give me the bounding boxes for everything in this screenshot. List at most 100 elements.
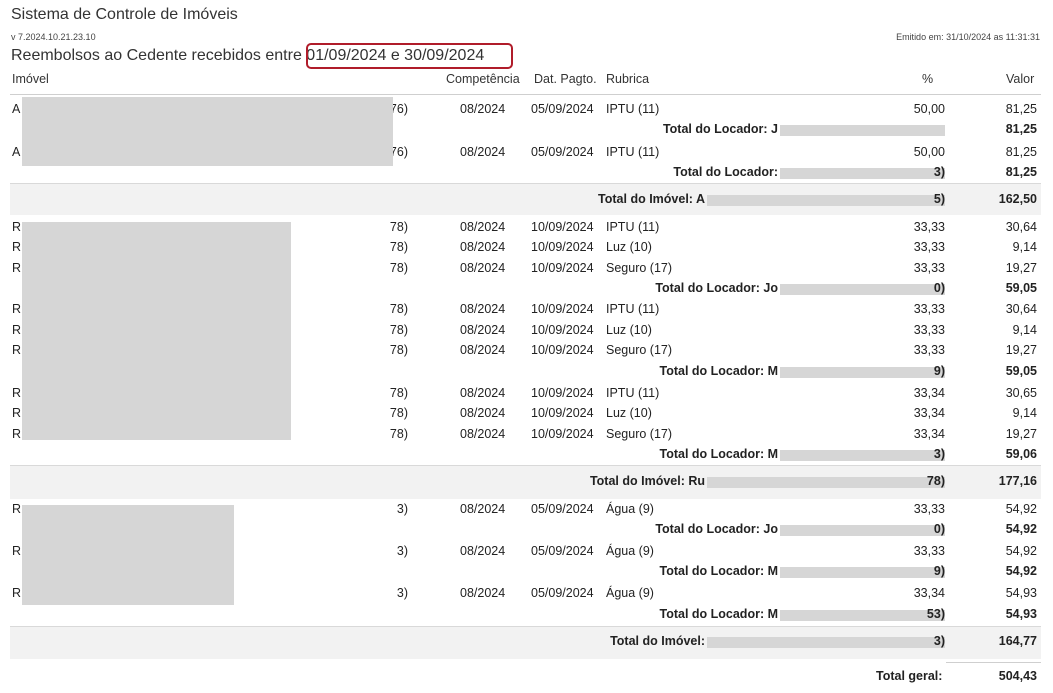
competencia-cell: 08/2024 xyxy=(460,502,506,516)
imovel-prefix: R xyxy=(12,427,22,441)
imovel-prefix: R xyxy=(12,406,22,420)
redaction-block xyxy=(22,97,393,166)
total-locador-value: 54,92 xyxy=(1005,522,1037,536)
version-label: v 7.2024.10.21.23.10 xyxy=(11,32,96,42)
competencia-cell: 08/2024 xyxy=(460,323,506,337)
valor-cell: 9,14 xyxy=(1012,406,1037,420)
imovel-prefix: R xyxy=(12,323,22,337)
col-header-rubrica: Rubrica xyxy=(606,72,650,86)
total-imovel-suffix: 5) xyxy=(933,192,945,206)
total-locador-label: Total do Locador: J xyxy=(662,122,778,136)
subtitle-prefix: Reembolsos ao Cedente recebidos entre xyxy=(11,47,302,64)
valor-cell: 54,92 xyxy=(1005,502,1037,516)
rubrica-cell: Água (9) xyxy=(606,502,654,516)
total-locador-suffix: 0) xyxy=(933,281,945,295)
pct-cell: 33,34 xyxy=(913,586,945,600)
valor-cell: 30,64 xyxy=(1005,302,1037,316)
valor-cell: 19,27 xyxy=(1005,427,1037,441)
dat-pagto-cell: 05/09/2024 xyxy=(531,544,594,558)
imovel-prefix: R xyxy=(12,343,22,357)
period-highlight-box xyxy=(306,43,513,69)
rubrica-cell: IPTU (11) xyxy=(606,386,660,400)
total-imovel-suffix: 78) xyxy=(926,474,945,488)
total-locador-suffix: 53) xyxy=(926,607,945,621)
rubrica-cell: Luz (10) xyxy=(606,406,652,420)
competencia-cell: 08/2024 xyxy=(460,220,506,234)
imovel-prefix: R xyxy=(12,502,22,516)
total-locador-label: Total do Locador: M xyxy=(659,607,778,621)
rubrica-cell: Água (9) xyxy=(606,544,654,558)
band-top-divider xyxy=(10,626,1041,627)
dat-pagto-cell: 10/09/2024 xyxy=(531,302,594,316)
total-locador-value: 59,05 xyxy=(1005,281,1037,295)
imovel-prefix: R xyxy=(12,586,22,600)
imovel-prefix: R xyxy=(12,261,22,275)
competencia-cell: 08/2024 xyxy=(460,386,506,400)
pct-cell: 33,33 xyxy=(913,544,945,558)
competencia-cell: 08/2024 xyxy=(460,102,506,116)
total-locador-suffix: 3) xyxy=(933,447,945,461)
dat-pagto-cell: 10/09/2024 xyxy=(531,427,594,441)
report-title: Sistema de Controle de Imóveis xyxy=(11,6,238,23)
competencia-cell: 08/2024 xyxy=(460,544,506,558)
total-locador-label: Total do Locador: M xyxy=(659,447,778,461)
dat-pagto-cell: 10/09/2024 xyxy=(531,261,594,275)
rubrica-cell: Seguro (17) xyxy=(606,261,673,275)
imovel-prefix: R xyxy=(12,544,22,558)
valor-cell: 30,65 xyxy=(1005,386,1037,400)
dat-pagto-cell: 10/09/2024 xyxy=(531,386,594,400)
pct-cell: 33,33 xyxy=(913,261,945,275)
pct-cell: 33,34 xyxy=(913,427,945,441)
emission-timestamp: Emitido em: 31/10/2024 as 11:31:31 xyxy=(896,32,1040,42)
band-top-divider xyxy=(10,183,1041,184)
dat-pagto-cell: 10/09/2024 xyxy=(531,220,594,234)
col-header-competencia: Competência xyxy=(446,72,520,86)
header-divider xyxy=(10,94,1041,95)
col-header-pct: % xyxy=(922,72,934,86)
rubrica-cell: Luz (10) xyxy=(606,323,652,337)
dat-pagto-cell: 05/09/2024 xyxy=(531,586,594,600)
valor-cell: 81,25 xyxy=(1005,102,1037,116)
total-locador-label: Total do Locador: Jo xyxy=(655,281,778,295)
rubrica-cell: Seguro (17) xyxy=(606,427,673,441)
total-locador-label: Total do Locador: Jo xyxy=(655,522,778,536)
total-locador-value: 54,92 xyxy=(1005,564,1037,578)
imovel-prefix: R xyxy=(12,220,22,234)
imovel-suffix: 3) xyxy=(396,586,408,600)
pct-cell: 50,00 xyxy=(913,102,945,116)
pct-cell: 50,00 xyxy=(913,145,945,159)
valor-cell: 9,14 xyxy=(1012,323,1037,337)
rubrica-cell: IPTU (11) xyxy=(606,220,660,234)
imovel-prefix: R xyxy=(12,302,22,316)
imovel-prefix: R xyxy=(12,386,22,400)
redaction-block xyxy=(22,505,234,605)
competencia-cell: 08/2024 xyxy=(460,240,506,254)
valor-cell: 19,27 xyxy=(1005,261,1037,275)
imovel-suffix: 78) xyxy=(389,220,408,234)
total-locador-label: Total do Locador: xyxy=(673,165,778,179)
pct-cell: 33,33 xyxy=(913,220,945,234)
total-locador-value: 81,25 xyxy=(1005,165,1037,179)
valor-cell: 54,92 xyxy=(1005,544,1037,558)
valor-cell: 30,64 xyxy=(1005,220,1037,234)
redaction-block xyxy=(780,125,945,136)
total-locador-label: Total do Locador: M xyxy=(659,364,778,378)
dat-pagto-cell: 10/09/2024 xyxy=(531,406,594,420)
rubrica-cell: Luz (10) xyxy=(606,240,652,254)
total-imovel-value: 177,16 xyxy=(998,474,1037,488)
imovel-suffix: 78) xyxy=(389,386,408,400)
dat-pagto-cell: 05/09/2024 xyxy=(531,502,594,516)
dat-pagto-cell: 10/09/2024 xyxy=(531,343,594,357)
dat-pagto-cell: 10/09/2024 xyxy=(531,323,594,337)
imovel-suffix: 78) xyxy=(389,261,408,275)
pct-cell: 33,33 xyxy=(913,343,945,357)
total-geral-divider xyxy=(946,662,1041,663)
dat-pagto-cell: 05/09/2024 xyxy=(531,102,594,116)
pct-cell: 33,33 xyxy=(913,240,945,254)
dat-pagto-cell: 10/09/2024 xyxy=(531,240,594,254)
imovel-suffix: 78) xyxy=(389,302,408,316)
col-header-dat-pagto: Dat. Pagto. xyxy=(534,72,597,86)
competencia-cell: 08/2024 xyxy=(460,343,506,357)
pct-cell: 33,33 xyxy=(913,323,945,337)
rubrica-cell: Seguro (17) xyxy=(606,343,673,357)
